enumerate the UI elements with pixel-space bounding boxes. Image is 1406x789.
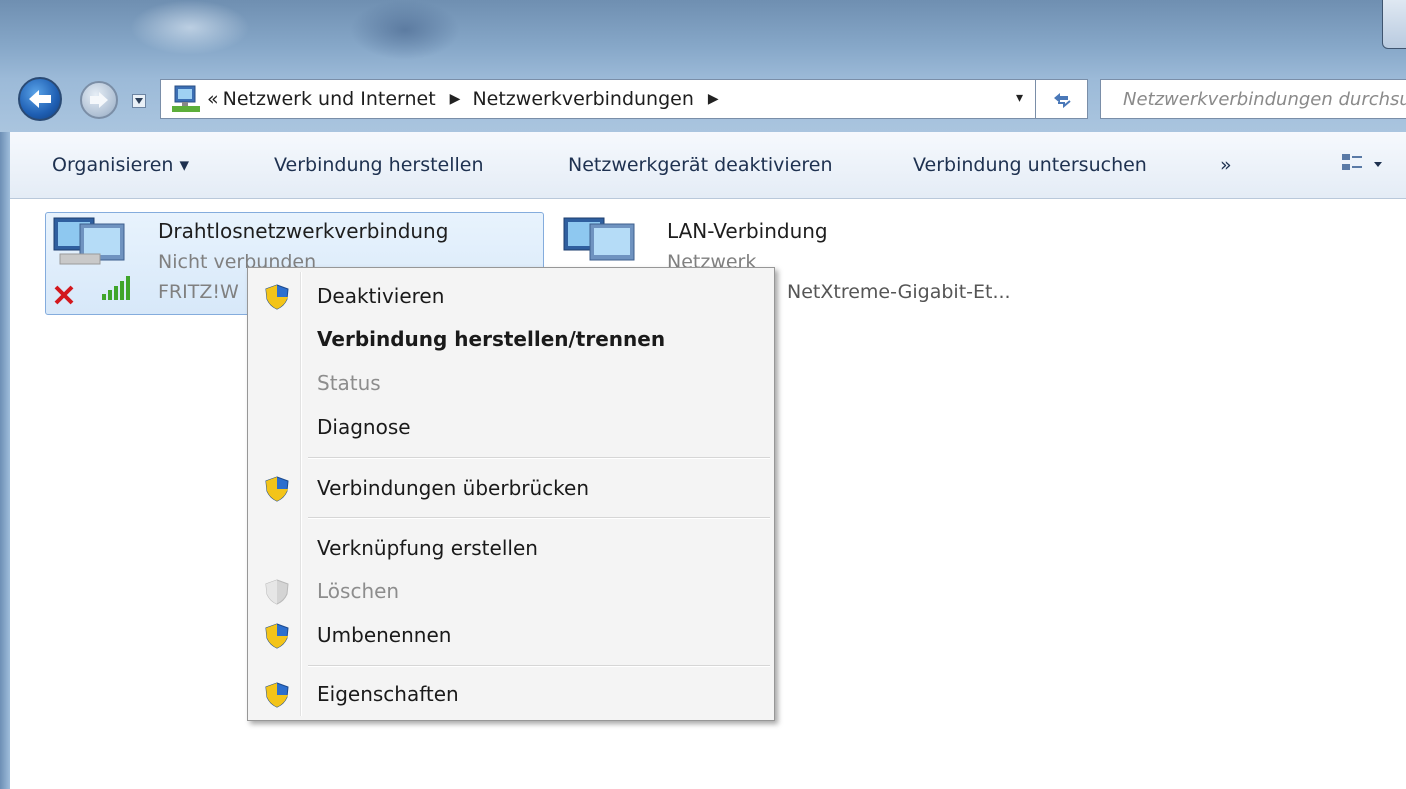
forward-button[interactable] bbox=[80, 81, 118, 119]
context-menu: Deaktivieren Verbindung herstellen/trenn… bbox=[247, 267, 775, 721]
search-placeholder: Netzwerkverbindungen durchsuchen bbox=[1123, 88, 1406, 110]
menu-item-diagnose[interactable]: Diagnose bbox=[252, 407, 770, 447]
address-bar[interactable]: « Netzwerk und Internet ▶ Netzwerkverbin… bbox=[160, 79, 1036, 119]
organize-menu-button[interactable]: Organisieren ▾ bbox=[52, 154, 189, 176]
connect-button[interactable]: Verbindung herstellen bbox=[274, 154, 484, 176]
menu-item-deaktivieren[interactable]: Deaktivieren bbox=[252, 276, 770, 316]
disable-device-button[interactable]: Netzwerkgerät deaktivieren bbox=[568, 154, 833, 176]
uac-shield-icon bbox=[265, 623, 289, 649]
breadcrumb-separator[interactable]: ▶ bbox=[708, 91, 719, 107]
menu-item-label: Diagnose bbox=[317, 415, 411, 439]
menu-separator bbox=[308, 517, 770, 519]
network-folder-icon bbox=[171, 84, 201, 114]
menu-item-bridge[interactable]: Verbindungen überbrücken bbox=[252, 468, 770, 508]
uac-shield-icon bbox=[265, 682, 289, 708]
command-toolbar: Organisieren ▾ Verbindung herstellen Net… bbox=[10, 132, 1406, 199]
breadcrumb-network-internet[interactable]: Netzwerk und Internet bbox=[223, 88, 436, 110]
menu-item-rename[interactable]: Umbenennen bbox=[252, 615, 770, 655]
menu-item-connect-disconnect[interactable]: Verbindung herstellen/trennen bbox=[252, 319, 770, 359]
refresh-button[interactable] bbox=[1036, 79, 1088, 119]
window-minimize-button[interactable] bbox=[1382, 0, 1406, 49]
menu-item-delete: Löschen bbox=[252, 571, 770, 611]
uac-shield-icon bbox=[265, 476, 289, 502]
uac-shield-icon bbox=[265, 284, 289, 310]
menu-item-status: Status bbox=[252, 363, 770, 403]
view-options-button[interactable] bbox=[1342, 152, 1388, 182]
menu-item-label: Verbindungen überbrücken bbox=[317, 476, 590, 500]
red-x-icon bbox=[52, 283, 76, 311]
glass-shadow bbox=[350, 0, 460, 60]
menu-item-create-shortcut[interactable]: Verknüpfung erstellen bbox=[252, 528, 770, 568]
uac-shield-icon bbox=[265, 579, 289, 605]
breadcrumb-separator[interactable]: ▶ bbox=[450, 91, 461, 107]
lan-title[interactable]: LAN-Verbindung bbox=[667, 219, 828, 243]
window-frame-left bbox=[0, 132, 10, 789]
diagnose-connection-button[interactable]: Verbindung untersuchen bbox=[913, 154, 1147, 176]
chevron-down-icon bbox=[135, 98, 143, 104]
wireless-device: FRITZ!W bbox=[158, 281, 239, 303]
menu-item-label: Löschen bbox=[317, 579, 400, 603]
forward-arrow-icon bbox=[90, 92, 108, 108]
search-input[interactable]: Netzwerkverbindungen durchsuchen bbox=[1100, 79, 1406, 119]
menu-item-label: Eigenschaften bbox=[317, 682, 459, 706]
menu-item-label: Verbindung herstellen/trennen bbox=[317, 327, 666, 351]
wireless-title: Drahtlosnetzwerkverbindung bbox=[158, 219, 449, 243]
breadcrumb-network-connections[interactable]: Netzwerkverbindungen bbox=[472, 88, 693, 110]
menu-item-label: Deaktivieren bbox=[317, 284, 445, 308]
network-computer-icon bbox=[50, 214, 128, 284]
view-options-icon bbox=[1342, 154, 1382, 170]
lan-device: NetXtreme-Gigabit-Et... bbox=[787, 281, 1011, 303]
signal-bars-icon bbox=[101, 276, 133, 304]
address-history-dropdown[interactable]: ▾ bbox=[1016, 90, 1023, 106]
recent-pages-dropdown[interactable] bbox=[132, 94, 146, 108]
menu-separator bbox=[308, 665, 770, 667]
breadcrumb-overflow[interactable]: « bbox=[207, 88, 219, 110]
menu-item-label: Umbenennen bbox=[317, 623, 452, 647]
menu-separator bbox=[308, 457, 770, 459]
back-button[interactable] bbox=[18, 77, 62, 121]
menu-item-label: Status bbox=[317, 371, 381, 395]
refresh-icon bbox=[1053, 93, 1071, 109]
menu-item-properties[interactable]: Eigenschaften bbox=[252, 674, 770, 714]
back-arrow-icon bbox=[29, 90, 51, 108]
glass-highlight bbox=[130, 0, 250, 55]
more-commands-button[interactable]: » bbox=[1220, 154, 1232, 176]
menu-item-label: Verknüpfung erstellen bbox=[317, 536, 538, 560]
